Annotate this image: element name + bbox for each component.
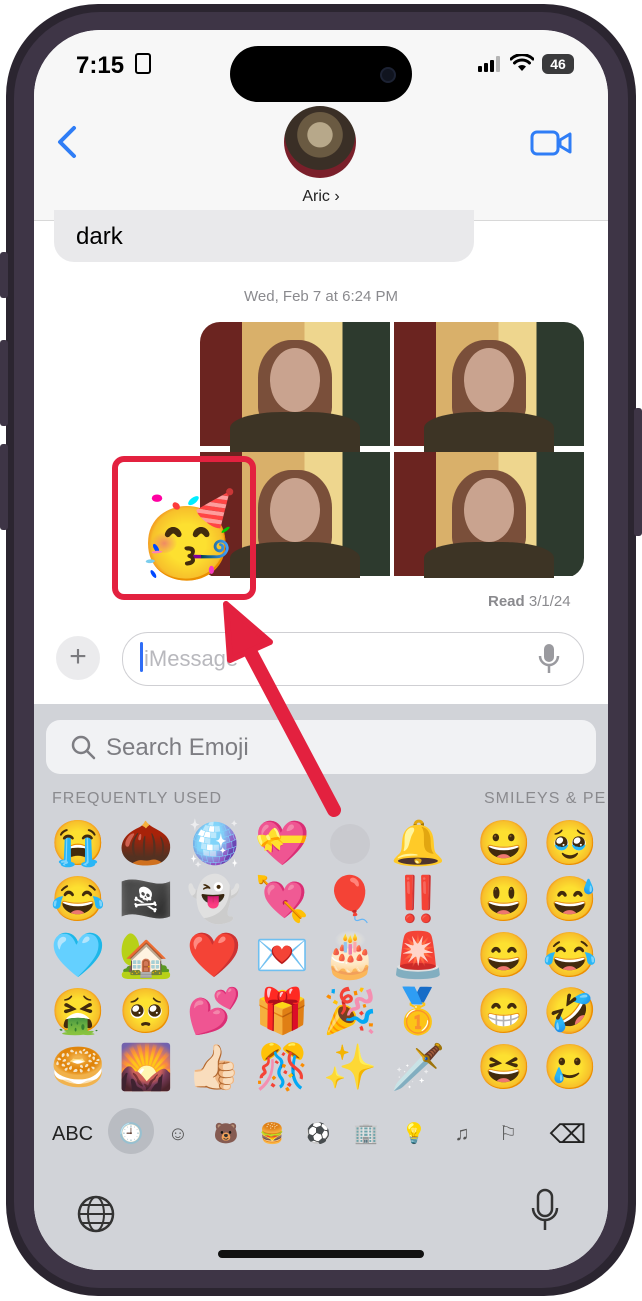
smileys-icon[interactable]: ☺ xyxy=(156,1114,200,1154)
volume-up-button xyxy=(0,340,8,426)
flags-icon[interactable]: ⚐ xyxy=(486,1114,530,1154)
animals-icon[interactable]: 🐻 xyxy=(204,1114,248,1154)
activity-icon[interactable]: ⚽ xyxy=(296,1114,340,1154)
keyboard-mic-icon[interactable] xyxy=(530,1188,560,1234)
volume-down-button xyxy=(0,444,8,530)
emoji-category-bar: 🕘 ☺ 🐻 🍔 ⚽ 🏢 💡 ♫ ⚐ ⌫ xyxy=(34,30,608,1270)
food-icon[interactable]: 🍔 xyxy=(250,1114,294,1154)
objects-icon[interactable]: 💡 xyxy=(392,1114,436,1154)
action-button xyxy=(0,252,8,298)
phone-screen: 7:15 46 Aric › dark Wed, Feb 7 at 6:24 P… xyxy=(34,30,608,1270)
travel-icon[interactable]: 🏢 xyxy=(344,1114,388,1154)
globe-icon[interactable] xyxy=(76,1194,116,1234)
home-indicator xyxy=(218,1250,424,1258)
symbols-icon[interactable]: ♫ xyxy=(440,1114,484,1154)
delete-key-icon[interactable]: ⌫ xyxy=(546,1114,590,1154)
recent-icon[interactable]: 🕘 xyxy=(109,1114,153,1154)
power-button xyxy=(634,408,642,536)
